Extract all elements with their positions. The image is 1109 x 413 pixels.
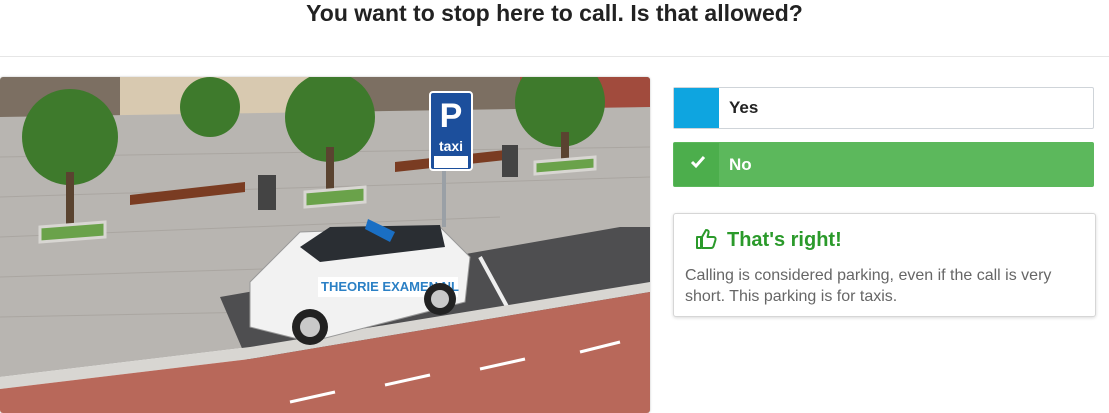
answer-yes-marker [674,88,719,128]
feedback-text: Calling is considered parking, even if t… [685,267,1052,305]
answer-yes-button[interactable]: Yes [673,87,1094,129]
check-icon [690,156,706,169]
question-image: P taxi THEORIE EXAMEN.NL [0,77,650,413]
answer-yes-label: Yes [729,98,759,117]
question-title: You want to stop here to call. Is that a… [306,0,803,26]
sign-text: taxi [439,138,463,154]
answer-no-button[interactable]: No [673,142,1094,187]
answer-no-label: No [729,155,752,174]
feedback-title: That's right! [727,229,842,251]
thumbs-up-icon [696,229,717,249]
sign-letter: P [440,97,463,135]
header-divider [0,56,1109,57]
answer-no-marker [674,143,719,186]
feedback-panel: That's right! Calling is considered park… [673,213,1096,317]
